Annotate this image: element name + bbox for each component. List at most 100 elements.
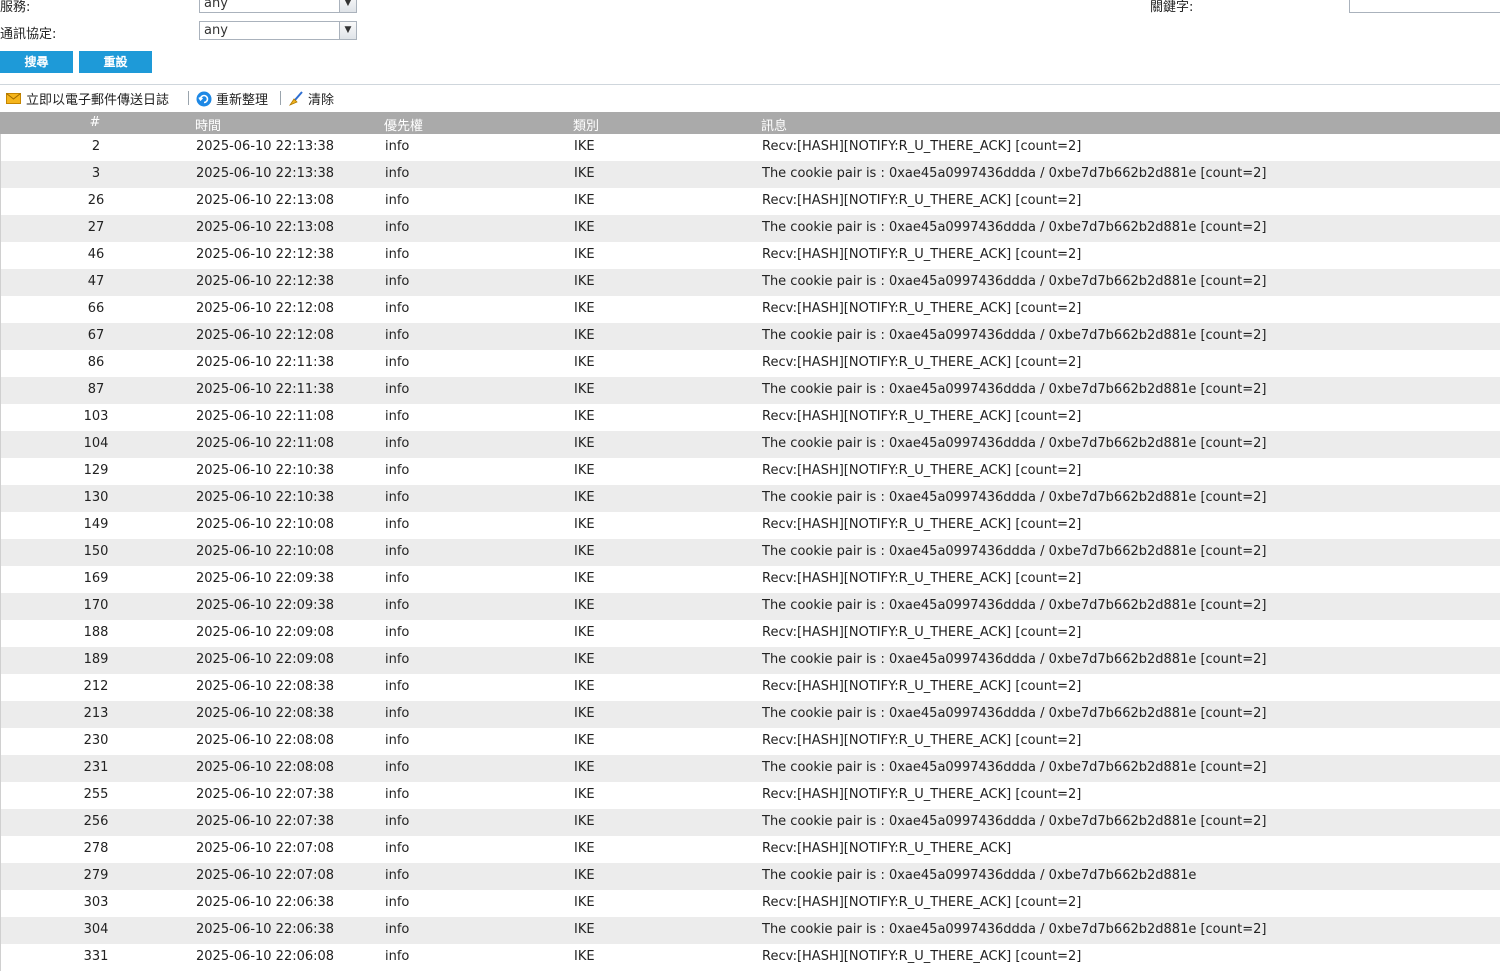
column-num[interactable]: # [60, 115, 130, 130]
keyword-input[interactable] [1349, 0, 1500, 13]
service-select-value: any [204, 0, 228, 11]
table-row[interactable]: 27 2025-06-10 22:13:08 info IKE The cookie p… [0, 215, 1500, 242]
row-priority: info [385, 436, 410, 451]
table-row[interactable]: 104 2025-06-10 22:11:08 info IKE The cookie … [0, 431, 1500, 458]
table-row[interactable]: 230 2025-06-10 22:08:08 info IKE Recv:[HASH]… [0, 728, 1500, 755]
row-num: 46 [87, 247, 105, 262]
table-row[interactable]: 279 2025-06-10 22:07:08 info IKE The cookie … [0, 863, 1500, 890]
row-message: The cookie pair is : 0xae45a0997436ddda … [762, 922, 1267, 937]
row-category: IKE [574, 868, 595, 883]
row-message: Recv:[HASH][NOTIFY:R_U_THERE_ACK] [count… [762, 895, 1082, 910]
row-time: 2025-06-10 22:09:08 [196, 625, 335, 640]
email-log-button[interactable]: 立即以電子郵件傳送日誌 [6, 89, 169, 108]
table-row[interactable]: 170 2025-06-10 22:09:38 info IKE The cookie … [0, 593, 1500, 620]
table-row[interactable]: 169 2025-06-10 22:09:38 info IKE Recv:[HASH]… [0, 566, 1500, 593]
row-time: 2025-06-10 22:06:08 [196, 949, 335, 964]
reset-button[interactable]: 重設 [79, 51, 152, 73]
protocol-label: 通訊協定: [0, 27, 57, 42]
row-num: 331 [83, 949, 109, 964]
row-category: IKE [574, 625, 595, 640]
row-priority: info [385, 733, 410, 748]
row-num: 129 [83, 463, 109, 478]
table-row[interactable]: 149 2025-06-10 22:10:08 info IKE Recv:[HASH]… [0, 512, 1500, 539]
table-row[interactable]: 2 2025-06-10 22:13:38 info IKE Recv:[HASH][N… [0, 134, 1500, 161]
row-category: IKE [574, 193, 595, 208]
row-message: Recv:[HASH][NOTIFY:R_U_THERE_ACK] [count… [762, 247, 1082, 262]
log-table-header: # 時間 優先權 類別 訊息 [0, 112, 1500, 134]
chevron-down-icon[interactable]: ▼ [339, 22, 356, 39]
table-row[interactable]: 278 2025-06-10 22:07:08 info IKE Recv:[HASH]… [0, 836, 1500, 863]
row-message: The cookie pair is : 0xae45a0997436ddda … [762, 328, 1267, 343]
table-row[interactable]: 303 2025-06-10 22:06:38 info IKE Recv:[HASH]… [0, 890, 1500, 917]
row-time: 2025-06-10 22:09:38 [196, 598, 335, 613]
table-row[interactable]: 87 2025-06-10 22:11:38 info IKE The cookie p… [0, 377, 1500, 404]
toolbar-separator [188, 91, 189, 105]
column-priority[interactable]: 優先權 [384, 115, 423, 134]
row-message: Recv:[HASH][NOTIFY:R_U_THERE_ACK] [count… [762, 355, 1082, 370]
row-priority: info [385, 814, 410, 829]
table-row[interactable]: 66 2025-06-10 22:12:08 info IKE Recv:[HASH][… [0, 296, 1500, 323]
row-time: 2025-06-10 22:06:38 [196, 895, 335, 910]
table-row[interactable]: 130 2025-06-10 22:10:38 info IKE The cookie … [0, 485, 1500, 512]
service-select[interactable]: any ▼ [199, 0, 357, 13]
table-row[interactable]: 212 2025-06-10 22:08:38 info IKE Recv:[HASH]… [0, 674, 1500, 701]
log-table-body: 2 2025-06-10 22:13:38 info IKE Recv:[HASH][N… [0, 134, 1500, 971]
table-row[interactable]: 26 2025-06-10 22:13:08 info IKE Recv:[HASH][… [0, 188, 1500, 215]
table-row[interactable]: 188 2025-06-10 22:09:08 info IKE Recv:[HASH]… [0, 620, 1500, 647]
table-row[interactable]: 3 2025-06-10 22:13:38 info IKE The cookie pa… [0, 161, 1500, 188]
row-category: IKE [574, 139, 595, 154]
table-row[interactable]: 129 2025-06-10 22:10:38 info IKE Recv:[HASH]… [0, 458, 1500, 485]
search-button[interactable]: 搜尋 [0, 51, 73, 73]
row-message: Recv:[HASH][NOTIFY:R_U_THERE_ACK] [count… [762, 625, 1082, 640]
row-num: 278 [83, 841, 109, 856]
row-category: IKE [574, 247, 595, 262]
row-category: IKE [574, 301, 595, 316]
column-time[interactable]: 時間 [195, 115, 221, 134]
column-message[interactable]: 訊息 [761, 115, 787, 134]
refresh-button[interactable]: 重新整理 [196, 89, 268, 108]
row-priority: info [385, 652, 410, 667]
row-priority: info [385, 760, 410, 775]
row-num: 279 [83, 868, 109, 883]
table-row[interactable]: 213 2025-06-10 22:08:38 info IKE The cookie … [0, 701, 1500, 728]
row-num: 230 [83, 733, 109, 748]
table-row[interactable]: 67 2025-06-10 22:12:08 info IKE The cookie p… [0, 323, 1500, 350]
row-priority: info [385, 490, 410, 505]
row-message: The cookie pair is : 0xae45a0997436ddda … [762, 706, 1267, 721]
row-message: Recv:[HASH][NOTIFY:R_U_THERE_ACK] [count… [762, 787, 1082, 802]
table-row[interactable]: 150 2025-06-10 22:10:08 info IKE The cookie … [0, 539, 1500, 566]
row-category: IKE [574, 841, 595, 856]
protocol-select[interactable]: any ▼ [199, 21, 357, 40]
row-message: Recv:[HASH][NOTIFY:R_U_THERE_ACK] [count… [762, 949, 1082, 964]
table-row[interactable]: 103 2025-06-10 22:11:08 info IKE Recv:[HASH]… [0, 404, 1500, 431]
chevron-down-icon[interactable]: ▼ [339, 0, 356, 12]
table-row[interactable]: 256 2025-06-10 22:07:38 info IKE The cookie … [0, 809, 1500, 836]
row-category: IKE [574, 274, 595, 289]
table-row[interactable]: 304 2025-06-10 22:06:38 info IKE The cookie … [0, 917, 1500, 944]
protocol-select-value: any [204, 23, 228, 38]
row-message: Recv:[HASH][NOTIFY:R_U_THERE_ACK] [count… [762, 301, 1082, 316]
row-time: 2025-06-10 22:10:38 [196, 463, 335, 478]
row-category: IKE [574, 652, 595, 667]
row-time: 2025-06-10 22:12:08 [196, 328, 335, 343]
table-row[interactable]: 189 2025-06-10 22:09:08 info IKE The cookie … [0, 647, 1500, 674]
table-row[interactable]: 47 2025-06-10 22:12:38 info IKE The cookie p… [0, 269, 1500, 296]
table-row[interactable]: 255 2025-06-10 22:07:38 info IKE Recv:[HASH]… [0, 782, 1500, 809]
table-row[interactable]: 86 2025-06-10 22:11:38 info IKE Recv:[HASH][… [0, 350, 1500, 377]
clear-button[interactable]: 清除 [288, 89, 334, 108]
row-category: IKE [574, 463, 595, 478]
row-category: IKE [574, 949, 595, 964]
row-time: 2025-06-10 22:10:38 [196, 490, 335, 505]
table-row[interactable]: 231 2025-06-10 22:08:08 info IKE The cookie … [0, 755, 1500, 782]
row-category: IKE [574, 517, 595, 532]
row-message: The cookie pair is : 0xae45a0997436ddda … [762, 760, 1267, 775]
row-num: 103 [83, 409, 109, 424]
service-label: 服務: [0, 0, 31, 15]
row-time: 2025-06-10 22:07:38 [196, 814, 335, 829]
row-message: The cookie pair is : 0xae45a0997436ddda … [762, 436, 1267, 451]
row-num: 27 [87, 220, 105, 235]
column-category[interactable]: 類別 [573, 115, 599, 134]
table-row[interactable]: 46 2025-06-10 22:12:38 info IKE Recv:[HASH][… [0, 242, 1500, 269]
row-priority: info [385, 949, 410, 964]
row-message: Recv:[HASH][NOTIFY:R_U_THERE_ACK] [count… [762, 193, 1082, 208]
